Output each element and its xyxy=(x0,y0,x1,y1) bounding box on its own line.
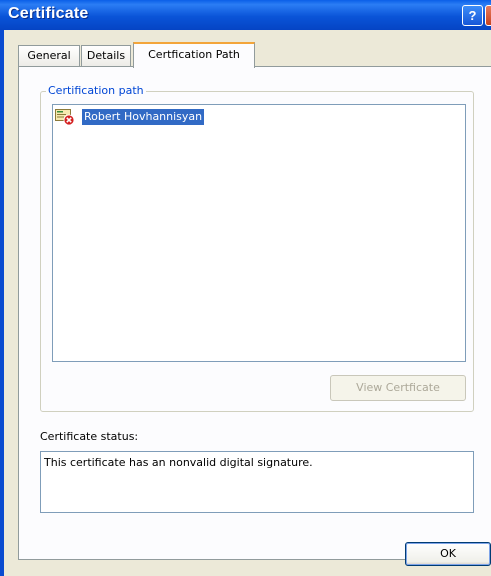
certificate-error-icon xyxy=(55,109,75,125)
certificate-dialog: Certificate ? × General Details Certfica… xyxy=(0,0,491,576)
window-title: Certificate xyxy=(8,5,89,22)
certificate-status-box[interactable]: This certificate has an nonvalid digital… xyxy=(40,451,474,513)
tab-certification-path[interactable]: Certfication Path xyxy=(133,42,255,68)
view-certificate-button[interactable]: View Certficate xyxy=(330,375,466,401)
close-button[interactable]: × xyxy=(485,5,491,26)
certification-path-label: Certification path xyxy=(46,84,146,97)
certificate-status-text: This certificate has an nonvalid digital… xyxy=(44,456,313,469)
tab-general[interactable]: General xyxy=(18,45,80,67)
tab-details[interactable]: Details xyxy=(81,45,131,67)
certification-path-tree[interactable]: Robert Hovhannisyan xyxy=(52,104,466,362)
certificate-status-label: Certificate status: xyxy=(40,430,139,443)
window-frame xyxy=(0,30,4,576)
help-button[interactable]: ? xyxy=(462,5,483,26)
ok-button[interactable]: OK xyxy=(405,542,491,566)
tree-item-label: Robert Hovhannisyan xyxy=(82,109,205,125)
title-bar[interactable]: Certificate ? × xyxy=(0,0,491,30)
